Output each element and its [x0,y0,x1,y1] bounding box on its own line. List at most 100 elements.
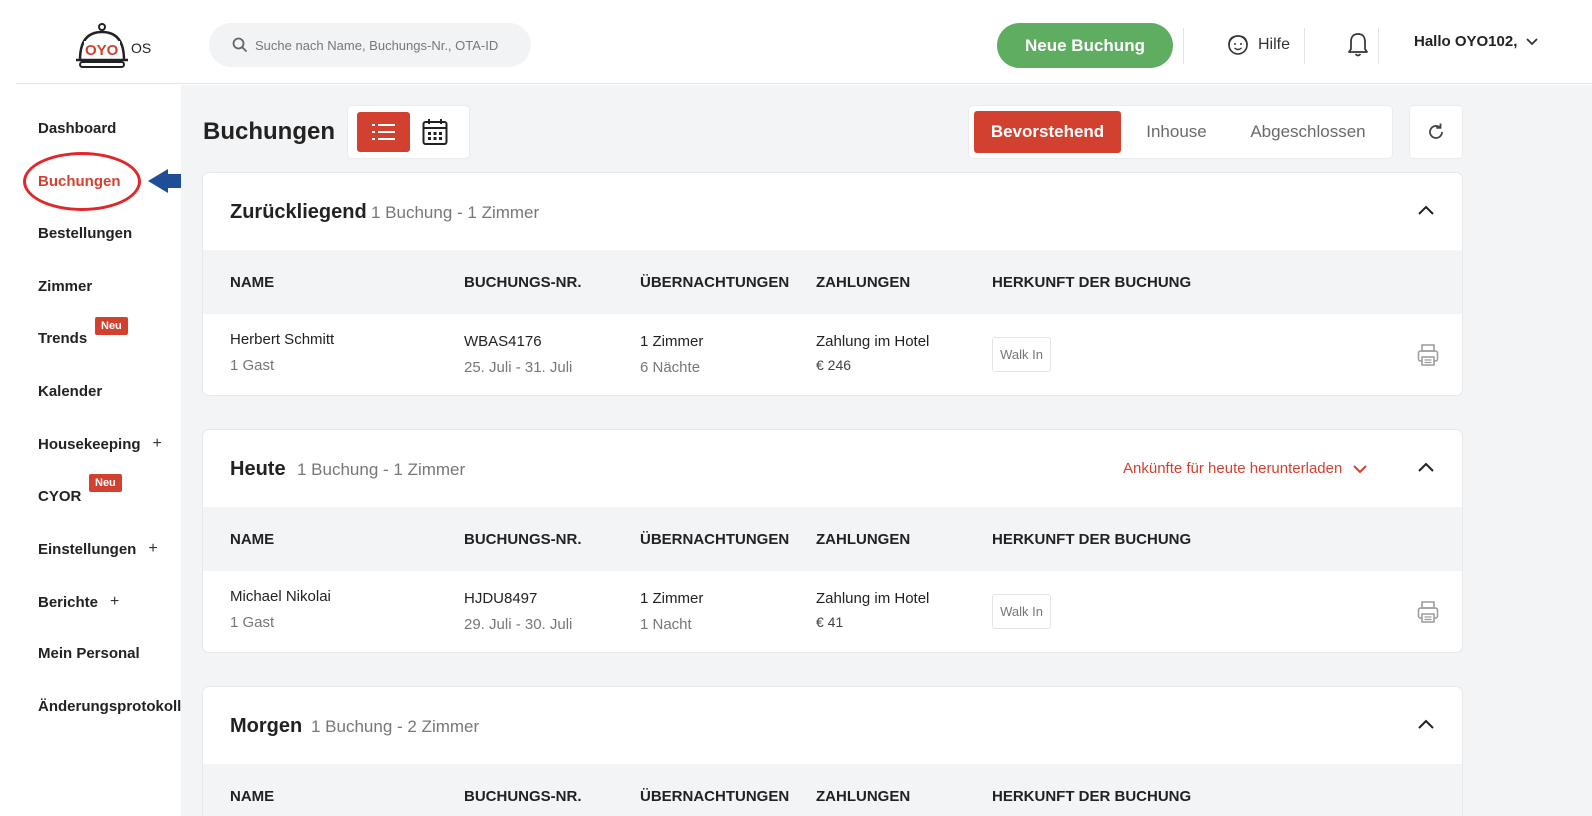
sidebar-item-cyor[interactable]: CYOR [38,488,81,505]
sidebar-item-label: Änderungsprotokoll [38,698,181,715]
sidebar-item-label: Berichte [38,593,99,611]
oyo-os-logo[interactable]: OYO OS [76,20,176,70]
sidebar-item-dashboard[interactable]: Dashboard [38,120,116,137]
stay-dates: 25. Juli - 31. Juli [464,359,573,376]
room-count: 1 Zimmer [640,590,704,607]
new-badge: Neu [95,317,128,335]
column-header-source: HERKUNFT DER BUCHUNG [992,531,1192,548]
main-content: Buchungen Bevorstehend Inhouse Abgeschlo… [181,85,1592,816]
tab-inhouse[interactable]: Inhouse [1129,111,1224,153]
chevron-down-icon [1353,464,1368,473]
sidebar-item-aenderungsprotokoll[interactable]: Änderungsprotokoll [38,698,181,715]
calendar-view-icon[interactable] [422,118,448,146]
guest-count: 1 Gast [230,614,275,631]
new-booking-button[interactable]: Neue Buchung [997,23,1173,68]
section-summary: 1 Buchung - 1 Zimmer [297,460,466,479]
guest-name[interactable]: Michael Nikolai [230,588,331,605]
booking-source-badge: Walk In [992,337,1051,372]
sidebar-item-mein-personal[interactable]: Mein Personal [38,645,140,662]
section-title: Heute [230,458,286,480]
print-icon[interactable] [1417,343,1439,367]
booking-number[interactable]: HJDU8497 [464,590,537,607]
section-header[interactable]: Heute 1 Buchung - 1 Zimmer Ankünfte für … [203,430,1462,507]
column-header-nights: ÜBERNACHTUNGEN [640,788,790,805]
view-toggle [348,106,469,158]
top-header: OYO OS Neue Buchung Hilfe Hallo OYO102, [16,0,1592,84]
sidebar-item-label: CYOR [38,488,82,505]
booking-status-tabs: Bevorstehend Inhouse Abgeschlossen [969,106,1392,158]
column-header-nights: ÜBERNACHTUNGEN [640,274,790,291]
column-header-name: NAME [230,788,275,805]
sidebar-item-label: Mein Personal [38,645,140,662]
tab-abgeschlossen[interactable]: Abgeschlossen [1231,111,1385,153]
section-title: Zurückliegend [230,201,367,223]
chevron-up-icon[interactable] [1417,460,1435,474]
sidebar-item-trends[interactable]: Trends [38,330,87,347]
sidebar-item-label: Trends [38,330,88,347]
sidebar-item-zimmer[interactable]: Zimmer [38,278,92,295]
sidebar-item-housekeeping[interactable]: Housekeeping + [38,435,162,453]
chevron-up-icon[interactable] [1417,203,1435,217]
column-header-booking-no: BUCHUNGS-NR. [464,274,582,291]
list-view-button[interactable] [357,112,410,152]
sidebar-item-bestellungen[interactable]: Bestellungen [38,225,132,242]
header-divider [1183,28,1184,64]
guest-name[interactable]: Herbert Schmitt [230,331,334,348]
column-header-nights: ÜBERNACHTUNGEN [640,531,790,548]
section-header[interactable]: Zurückliegend 1 Buchung - 1 Zimmer [203,173,1462,250]
table-header: NAME BUCHUNGS-NR. ÜBERNACHTUNGEN ZAHLUNG… [203,507,1462,571]
sidebar-item-label: Kalender [38,383,103,400]
night-count: 1 Nacht [640,616,692,633]
column-header-payments: ZAHLUNGEN [816,531,911,548]
tab-bevorstehend[interactable]: Bevorstehend [974,111,1121,153]
payment-method: Zahlung im Hotel [816,333,930,350]
sidebar-item-label: Zimmer [38,278,93,295]
booking-source-badge: Walk In [992,594,1051,629]
column-header-booking-no: BUCHUNGS-NR. [464,788,582,805]
sidebar: Dashboard Buchungen Bestellungen Zimmer … [0,85,181,816]
column-header-booking-no: BUCHUNGS-NR. [464,531,582,548]
room-count: 1 Zimmer [640,333,704,350]
list-icon [372,124,395,140]
expand-plus-icon: + [152,435,162,452]
search-icon [232,37,247,52]
chevron-up-icon[interactable] [1417,717,1435,731]
column-header-payments: ZAHLUNGEN [816,788,911,805]
table-header: NAME BUCHUNGS-NR. ÜBERNACHTUNGEN ZAHLUNG… [203,250,1462,314]
sidebar-item-kalender[interactable]: Kalender [38,383,102,400]
download-arrivals-label: Ankünfte für heute herunterladen [1123,460,1343,477]
section-title: Morgen [230,715,303,737]
booking-number[interactable]: WBAS4176 [464,333,542,350]
expand-plus-icon: + [148,540,158,557]
user-menu[interactable]: Hallo OYO102, [1414,33,1539,50]
notification-bell-icon[interactable] [1346,31,1370,59]
night-count: 6 Nächte [640,359,701,376]
refresh-icon [1429,123,1443,139]
sidebar-item-einstellungen[interactable]: Einstellungen + [38,540,158,558]
payment-method: Zahlung im Hotel [816,590,930,607]
print-icon[interactable] [1417,600,1439,624]
logo-suffix-text: OS [131,40,151,56]
section-header[interactable]: Morgen 1 Buchung - 2 Zimmer [203,687,1462,764]
help-button[interactable]: Hilfe [1226,32,1290,58]
section-summary: 1 Buchung - 1 Zimmer [371,203,540,222]
table-header: NAME BUCHUNGS-NR. ÜBERNACHTUNGEN ZAHLUNG… [203,764,1462,816]
sidebar-item-berichte[interactable]: Berichte + [38,593,119,611]
support-agent-icon [1228,35,1248,55]
expand-plus-icon: + [110,593,120,610]
column-header-source: HERKUNFT DER BUCHUNG [992,788,1192,805]
search-input[interactable] [255,23,523,67]
sidebar-item-label: Housekeeping [38,435,141,453]
download-arrivals-link[interactable]: Ankünfte für heute herunterladen [1123,460,1368,477]
table-row[interactable]: Herbert Schmitt 1 Gast WBAS4176 25. Juli… [203,314,1462,395]
booking-section-tomorrow: Morgen 1 Buchung - 2 Zimmer NAME BUCHUNG… [203,687,1462,816]
column-header-source: HERKUNFT DER BUCHUNG [992,274,1192,291]
chevron-down-icon [1526,37,1539,45]
booking-section-past: Zurückliegend 1 Buchung - 1 Zimmer NAME … [203,173,1462,395]
search-bar[interactable] [209,23,531,67]
table-row[interactable]: Michael Nikolai 1 Gast HJDU8497 29. Juli… [203,571,1462,652]
sidebar-item-label: Einstellungen [38,540,137,558]
refresh-button[interactable] [1410,106,1462,158]
booking-section-today: Heute 1 Buchung - 1 Zimmer Ankünfte für … [203,430,1462,652]
header-divider [1304,28,1305,64]
